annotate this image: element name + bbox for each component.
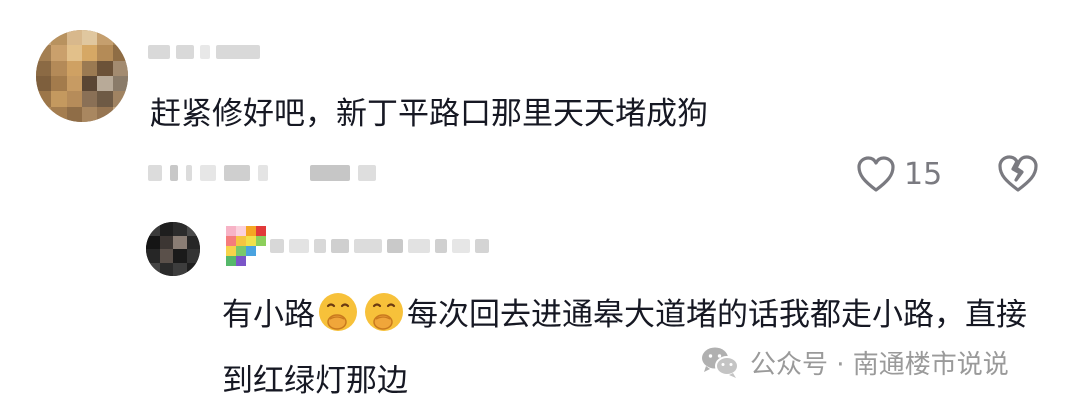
rainbow-flag-icon xyxy=(226,226,266,266)
hand-over-mouth-emoji xyxy=(365,293,403,331)
heart-outline-icon xyxy=(857,156,895,192)
commenter-username-redacted[interactable] xyxy=(148,38,278,66)
watermark-text: 公众号 · 南通楼市说说 xyxy=(750,349,1009,380)
reply-text-part1: 有小路 xyxy=(222,297,315,333)
dislike-button[interactable] xyxy=(996,152,1040,196)
commenter-avatar[interactable] xyxy=(36,30,128,122)
wechat-icon xyxy=(702,347,739,378)
like-button[interactable]: 15 xyxy=(856,152,942,196)
comment-meta-redacted xyxy=(148,158,408,188)
hand-over-mouth-emoji xyxy=(319,293,357,331)
replier-username-redacted[interactable] xyxy=(270,232,520,260)
like-count: 15 xyxy=(904,156,943,192)
broken-heart-icon xyxy=(998,155,1038,192)
comment-text: 赶紧修好吧，新丁平路口那里天天堵成狗 xyxy=(150,96,708,132)
replier-avatar[interactable] xyxy=(146,222,200,276)
watermark: 公众号 · 南通楼市说说 xyxy=(700,340,1009,384)
